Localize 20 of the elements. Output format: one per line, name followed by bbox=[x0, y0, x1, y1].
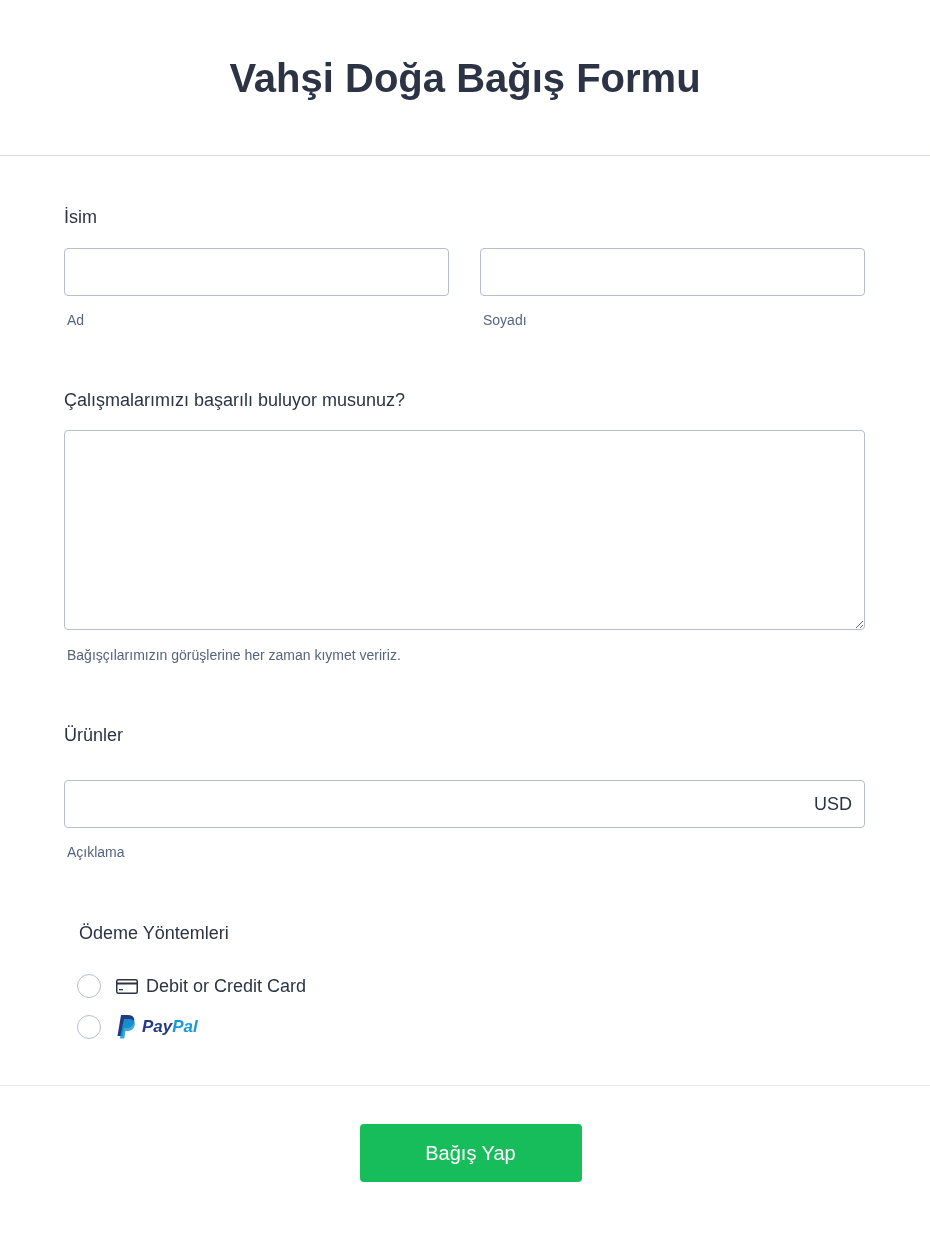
amount-field[interactable]: USD bbox=[64, 780, 865, 828]
comment-field[interactable] bbox=[64, 430, 865, 630]
field-hint: Soyadı bbox=[483, 311, 527, 330]
field-hint: Ad bbox=[67, 311, 85, 330]
paypal-logo-text: PayPal bbox=[142, 1016, 198, 1038]
field-label: Çalışmalarımızı başarılı buluyor musunuz? bbox=[64, 389, 406, 412]
field-label: Ödeme Yöntemleri bbox=[79, 922, 229, 945]
name-input-field[interactable] bbox=[480, 248, 865, 296]
payment-option-label: Debit or Credit Card bbox=[146, 975, 307, 998]
field-label: İsim bbox=[64, 206, 97, 229]
radio-button[interactable] bbox=[77, 1015, 101, 1039]
form-title: Vahşi Doğa Bağış Formu bbox=[229, 54, 701, 102]
radio-button[interactable] bbox=[77, 974, 101, 998]
field-hint: Açıklama bbox=[67, 843, 125, 862]
field-label: Ürünler bbox=[64, 724, 124, 747]
name-input-field[interactable] bbox=[64, 248, 449, 296]
currency-label: USD bbox=[814, 792, 852, 816]
paypal-p-icon bbox=[116, 1015, 136, 1039]
field-hint: Bağışçılarımızın görüşlerine her zaman kıymet veririz. bbox=[67, 646, 401, 665]
credit-card-icon bbox=[116, 978, 138, 994]
